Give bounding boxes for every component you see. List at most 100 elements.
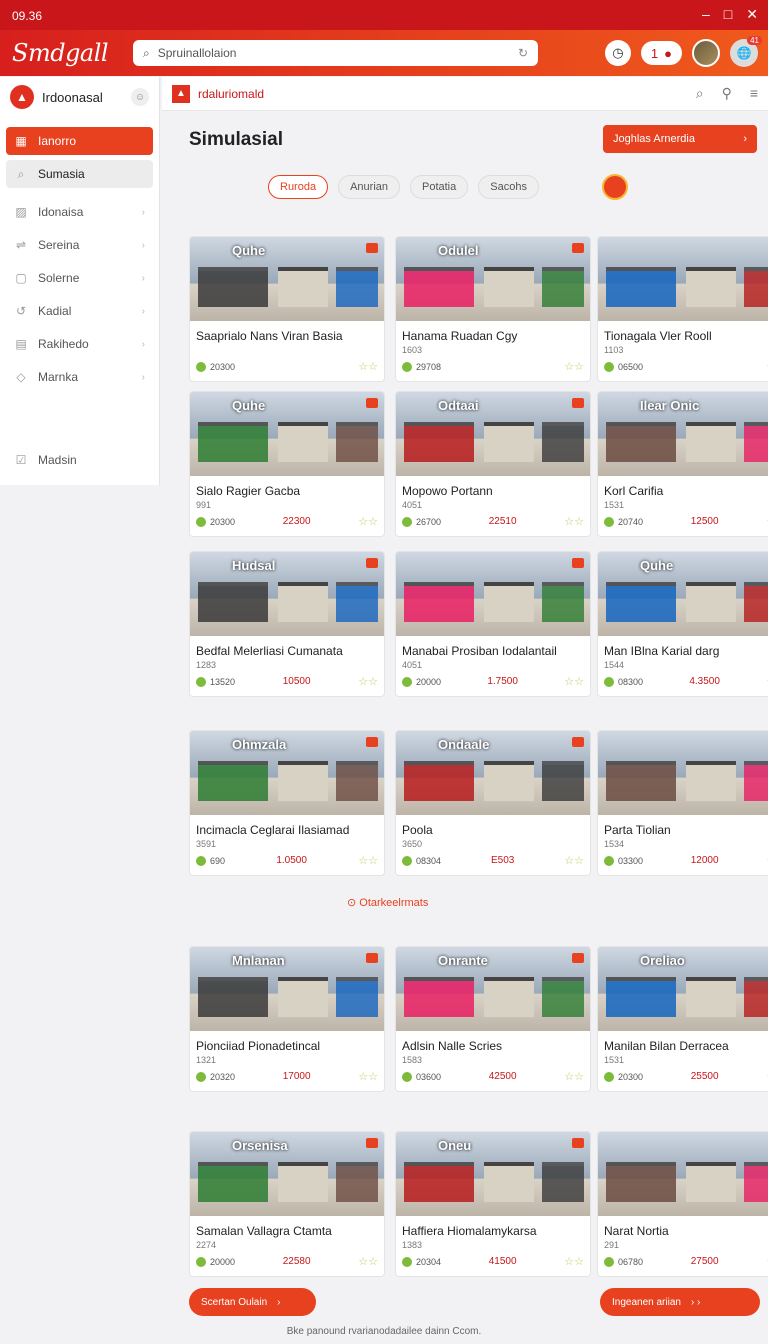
store-card[interactable]: Onrante Adlsin Nalle Scries 1583 03600 42500… <box>395 946 591 1092</box>
store-card[interactable]: Ilear OnicKorl Carifia15312074012500☆☆ <box>597 391 768 537</box>
store-price: 27500 <box>690 1256 719 1267</box>
star-rating-icon[interactable]: ☆☆ <box>564 1255 584 1268</box>
app-logo[interactable]: Smdgall <box>12 39 109 67</box>
store-card[interactable]: Manabai Prosiban Iodalantail 4051 20000 1.7… <box>395 551 591 697</box>
sidebar-item-4[interactable]: ▢ Solerne › <box>6 264 153 292</box>
store-card[interactable]: Orsenisa Samalan Vallagra Ctamta 2274 20000… <box>189 1131 385 1277</box>
check-icon <box>604 676 614 687</box>
close-icon[interactable]: ✕ <box>746 6 758 23</box>
star-rating-icon[interactable]: ☆☆ <box>564 360 584 373</box>
next-button[interactable]: Ingeanen ariian › › <box>600 1288 760 1316</box>
menu-icon[interactable]: ≡ <box>750 85 758 102</box>
prev-button[interactable]: Scertan Oulain › <box>189 1288 316 1316</box>
tag-icon: ◇ <box>16 370 26 384</box>
filter-chip-3[interactable]: Sacohs <box>478 175 539 199</box>
grid-icon: ▦ <box>15 134 27 148</box>
sidebar-item-0[interactable]: ▦ Ianorro <box>6 127 153 155</box>
store-price: 22510 <box>488 516 517 527</box>
star-rating-icon[interactable]: ☆☆ <box>564 675 584 688</box>
search-bar[interactable]: ⌕ Spruinallolaion ↻ <box>133 40 538 66</box>
bookmark-icon[interactable] <box>572 398 584 408</box>
bookmark-icon[interactable] <box>572 737 584 747</box>
store-card[interactable]: Odulel Hanama Ruadan Cgy 1603 29708 ☆☆ <box>395 236 591 382</box>
sidebar-item-1[interactable]: ⌕ Sumasia <box>6 160 153 188</box>
sidebar-item-3[interactable]: ⇌ Sereina › <box>6 231 153 259</box>
store-price: 10500 <box>282 676 311 687</box>
star-rating-icon[interactable]: ☆☆ <box>358 1070 378 1083</box>
store-meta: 1603 <box>402 345 423 355</box>
star-rating-icon[interactable]: ☆☆ <box>564 1070 584 1083</box>
store-card[interactable]: Tionagala Vler Rooll 1103 06500☆☆ <box>597 236 768 382</box>
sidebar-item-8[interactable]: ☑ Madsin <box>6 446 153 474</box>
avatar[interactable] <box>692 39 720 67</box>
bookmark-icon[interactable] <box>366 737 378 747</box>
bookmark-icon[interactable] <box>366 558 378 568</box>
sidebar-item-5[interactable]: ↺ Kadial › <box>6 297 153 325</box>
store-card[interactable]: Hudsal Bedfal Melerliasi Cumanata 1283 1352… <box>189 551 385 697</box>
store-card[interactable]: Oreliao Manilan Bilan Derracea 1531 20300 25… <box>597 946 768 1092</box>
bookmark-icon[interactable] <box>366 243 378 253</box>
bookmark-icon[interactable] <box>572 243 584 253</box>
star-rating-icon[interactable]: ☆☆ <box>358 1255 378 1268</box>
bookmark-icon[interactable] <box>572 558 584 568</box>
chevron-right-icon: › › <box>690 1296 701 1308</box>
bookmark-icon[interactable] <box>572 953 584 963</box>
filter-chip-1[interactable]: Anurian <box>338 175 400 199</box>
filter-chip-0[interactable]: Ruroda <box>268 175 329 199</box>
store-stat: 03300 <box>618 855 644 866</box>
store-name: Hanama Ruadan Cgy <box>402 329 518 343</box>
sidebar-title: Irdoonasal <box>42 89 103 105</box>
store-meta: 1383 <box>402 1240 423 1250</box>
cta-button[interactable]: Joghlas Arnerdia › <box>603 125 757 153</box>
filter-chip-2[interactable]: Potatia <box>410 175 469 199</box>
content-tab-title[interactable]: rdaluriomald <box>198 87 264 101</box>
clock-icon[interactable]: ◷ <box>604 40 631 66</box>
search-icon[interactable]: ⌕ <box>696 85 704 102</box>
clock: 09.36 <box>12 9 43 23</box>
sidebar-item-7[interactable]: ◇ Marnka › <box>6 363 153 391</box>
store-stats: 2074012500☆☆ <box>604 515 768 528</box>
store-stat: 690 <box>210 855 226 866</box>
bookmark-icon[interactable] <box>366 1138 378 1148</box>
store-stat: 29708 <box>416 361 442 372</box>
notification-pill[interactable]: 1 ● <box>640 41 682 65</box>
star-rating-icon[interactable]: ☆☆ <box>564 515 584 528</box>
store-card[interactable]: Oneu Haffiera Hiomalamykarsa 1383 20304 4150… <box>395 1131 591 1277</box>
store-card[interactable]: Odtaai Mopowo Portann 4051 26700 22510 ☆☆ <box>395 391 591 537</box>
store-card[interactable]: Narat Nortia2910678027500☆☆ <box>597 1131 768 1277</box>
store-card[interactable]: Parta Tiolian15340330012000☆☆ <box>597 730 768 876</box>
store-meta: 3591 <box>196 839 217 849</box>
search-icon: ⌕ <box>143 45 150 60</box>
store-meta: 1321 <box>196 1055 217 1065</box>
store-card[interactable]: Quhe Sialo Ragier Gacba 991 20300 22300 ☆☆ <box>189 391 385 537</box>
store-card[interactable]: Quhe Saaprialo Nans Viran Basia 20300 ☆☆ <box>189 236 385 382</box>
smile-icon[interactable]: ☺ <box>131 88 149 106</box>
star-rating-icon[interactable]: ☆☆ <box>358 854 378 867</box>
star-rating-icon[interactable]: ☆☆ <box>358 360 378 373</box>
check-icon <box>196 516 206 527</box>
store-meta: 2274 <box>196 1240 217 1250</box>
store-card[interactable]: Ondaale Poola 3650 08304 E503 ☆☆ <box>395 730 591 876</box>
star-rating-icon[interactable]: ☆☆ <box>358 675 378 688</box>
bookmark-icon[interactable] <box>366 953 378 963</box>
pin-icon[interactable]: ⚲ <box>722 85 732 102</box>
star-rating-icon[interactable]: ☆☆ <box>358 515 378 528</box>
maximize-icon[interactable]: □ <box>724 6 732 23</box>
minimize-icon[interactable]: – <box>702 6 710 23</box>
store-card[interactable]: Mnlanan Pionciiad Pionadetincal 1321 20320 1… <box>189 946 385 1092</box>
sidebar-item-2[interactable]: ▨ Idonaisa › <box>6 198 153 226</box>
store-stats: 2030025500☆☆ <box>604 1070 768 1083</box>
star-rating-icon[interactable]: ☆☆ <box>564 854 584 867</box>
bookmark-icon[interactable] <box>572 1138 584 1148</box>
bookmark-icon[interactable] <box>366 398 378 408</box>
burger-badge-icon[interactable] <box>602 174 628 200</box>
globe-icon[interactable]: 🌐 41 <box>730 36 762 67</box>
store-brand-label: Odtaai <box>438 398 479 413</box>
store-card[interactable]: Ohmzala Incimacla Ceglarai Ilasiamad 3591 6… <box>189 730 385 876</box>
reload-icon[interactable]: ↻ <box>518 46 528 60</box>
sidebar-item-6[interactable]: ▤ Rakihedo › <box>6 330 153 358</box>
store-card[interactable]: Quhe Man IBlna Karial darg 1544 08300 4.3500… <box>597 551 768 697</box>
search-input[interactable]: Spruinallolaion <box>158 46 237 60</box>
check-icon <box>196 676 206 687</box>
store-meta: 1283 <box>196 660 217 670</box>
